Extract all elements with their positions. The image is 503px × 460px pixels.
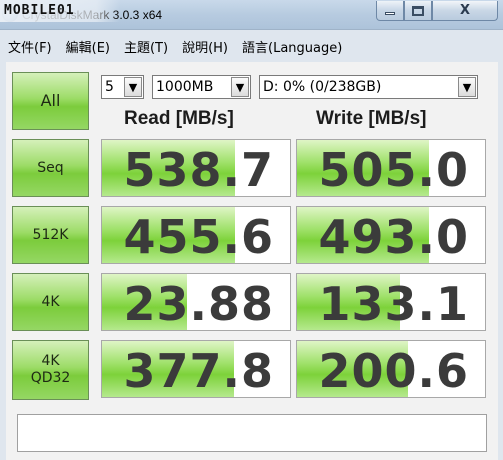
minimize-button[interactable] (376, 1, 404, 21)
watermark-logo: MOBILE01 (0, 0, 120, 22)
run-all-button[interactable]: All (12, 72, 89, 130)
run-512k-button[interactable]: 512K (12, 206, 89, 264)
close-button[interactable]: X (432, 1, 498, 21)
comment-input[interactable] (17, 414, 487, 452)
512k-read-result: 455.6 (101, 206, 291, 264)
512k-label: 512K (32, 226, 69, 243)
512k-read-value: 455.6 (123, 210, 274, 264)
chevron-down-icon: ▼ (458, 77, 476, 97)
seq-label: Seq (37, 159, 64, 176)
512k-write-value: 493.0 (318, 210, 469, 264)
4k-qd32-label-line2: QD32 (30, 370, 71, 386)
write-column-header: Write [MB/s] (316, 108, 427, 129)
menu-theme[interactable]: 主題(T) (122, 37, 170, 56)
4k-read-value: 23.88 (123, 277, 274, 331)
test-size-select[interactable]: 1000MB ▼ (152, 75, 251, 99)
seq-read-result: 538.7 (101, 139, 291, 197)
test-count-select[interactable]: 5 ▼ (101, 75, 144, 99)
maximize-button[interactable] (404, 1, 432, 21)
menu-bar: 文件(F) 編輯(E) 主題(T) 說明(H) 語言(Language) (0, 34, 503, 58)
chevron-down-icon: ▼ (231, 77, 249, 97)
minimize-icon (385, 12, 395, 15)
seq-write-value: 505.0 (318, 143, 469, 197)
seq-read-value: 538.7 (123, 143, 274, 197)
menu-edit[interactable]: 編輯(E) (64, 37, 112, 56)
menu-help[interactable]: 說明(H) (180, 37, 230, 56)
4k-qd32-write-result: 200.6 (296, 340, 486, 398)
test-size-value: 1000MB (156, 79, 214, 95)
run-seq-button[interactable]: Seq (12, 139, 89, 197)
4k-read-result: 23.88 (101, 273, 291, 331)
4k-write-result: 133.1 (296, 273, 486, 331)
maximize-icon (412, 5, 424, 16)
4k-label: 4K (41, 293, 60, 310)
drive-value: D: 0% (0/238GB) (263, 79, 382, 95)
close-icon: X (459, 3, 471, 18)
4k-write-value: 133.1 (318, 277, 469, 331)
seq-write-result: 505.0 (296, 139, 486, 197)
run-all-label: All (40, 91, 61, 111)
menu-language[interactable]: 語言(Language) (240, 37, 344, 56)
drive-select[interactable]: D: 0% (0/238GB) ▼ (259, 75, 478, 99)
read-column-header: Read [MB/s] (124, 108, 234, 129)
title-bar: CrystalDiskMark 3.0.3 x64 MOBILE01 X (0, 0, 503, 30)
run-4k-button[interactable]: 4K (12, 273, 89, 331)
4k-qd32-read-value: 377.8 (123, 344, 274, 398)
4k-qd32-label-line1: 4K (41, 353, 60, 370)
4k-qd32-read-result: 377.8 (101, 340, 291, 398)
test-count-value: 5 (105, 79, 114, 95)
run-4k-qd32-button[interactable]: 4K QD32 (12, 340, 89, 400)
menu-file[interactable]: 文件(F) (6, 37, 54, 56)
4k-qd32-write-value: 200.6 (318, 344, 469, 398)
512k-write-result: 493.0 (296, 206, 486, 264)
chevron-down-icon: ▼ (124, 77, 142, 97)
